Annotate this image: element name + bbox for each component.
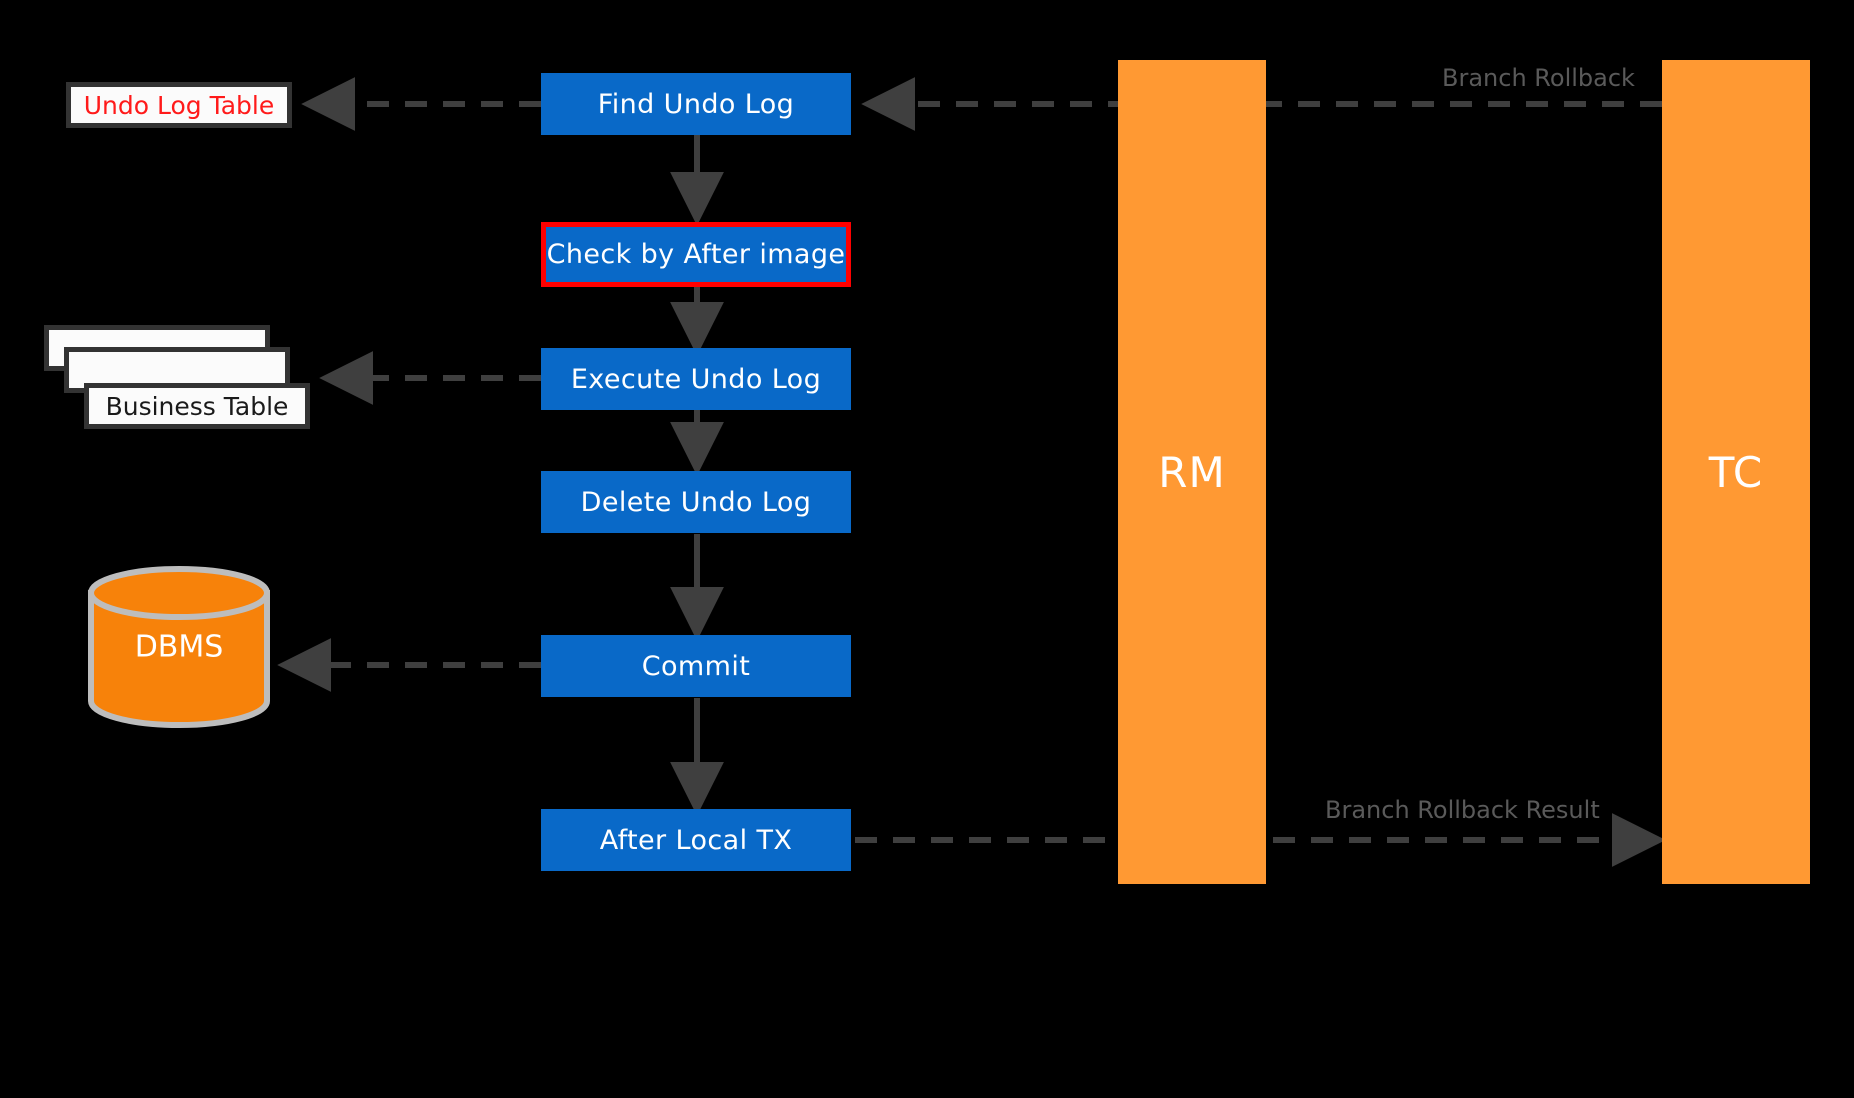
process-box-label: Delete Undo Log <box>580 486 812 518</box>
lifeline-rm[interactable]: RM <box>1118 60 1266 884</box>
storage-node-dbms[interactable]: DBMS <box>88 566 270 728</box>
caption-branch-rollback: Branch Rollback <box>1442 64 1635 92</box>
dbms-cylinder-icon <box>88 566 270 728</box>
lifeline-label: RM <box>1158 447 1226 497</box>
business-table-sheet-front: Business Table <box>84 383 310 429</box>
process-box-label: After Local TX <box>599 824 793 856</box>
process-box-commit[interactable]: Commit <box>541 635 851 697</box>
business-table-label: Business Table <box>105 391 289 421</box>
storage-node-undo-log-table[interactable]: Undo Log Table <box>66 82 292 128</box>
process-box-label: Execute Undo Log <box>570 363 822 395</box>
caption-branch-rollback-result: Branch Rollback Result <box>1325 796 1600 824</box>
lifeline-label: TC <box>1708 447 1764 497</box>
process-box-label: Commit <box>641 650 751 682</box>
process-box-label: Check by After image <box>546 239 846 270</box>
process-box-after-local-tx[interactable]: After Local TX <box>541 809 851 871</box>
process-box-find-undo-log[interactable]: Find Undo Log <box>541 73 851 135</box>
process-box-execute-undo-log[interactable]: Execute Undo Log <box>541 348 851 410</box>
undo-log-table-label: Undo Log Table <box>83 90 275 120</box>
connector-layer <box>277 77 1666 867</box>
lifeline-tc[interactable]: TC <box>1662 60 1810 884</box>
storage-node-business-table[interactable]: Business Table <box>44 325 334 435</box>
process-box-delete-undo-log[interactable]: Delete Undo Log <box>541 471 851 533</box>
diagram-canvas: Undo Log Table Business Table DBMS Find … <box>0 0 1854 1098</box>
process-box-check-by-after-image[interactable]: Check by After image <box>541 222 851 287</box>
process-box-label: Find Undo Log <box>597 88 795 120</box>
